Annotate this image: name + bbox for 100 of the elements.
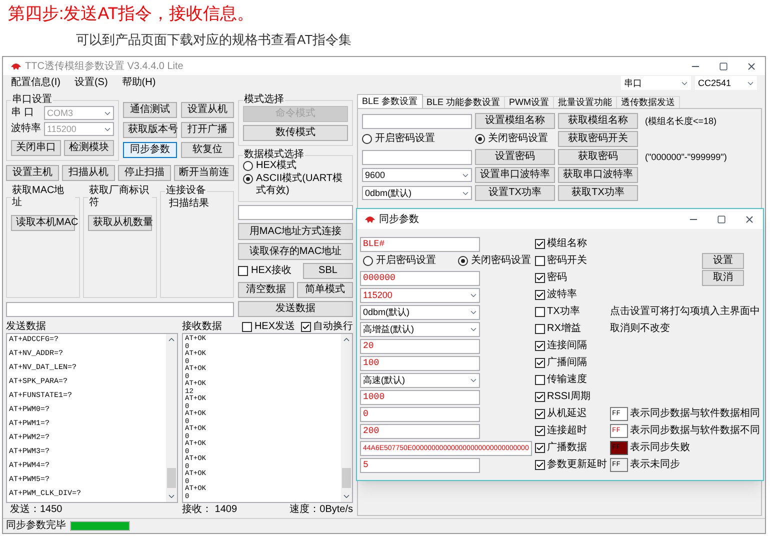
checkbox[interactable] bbox=[535, 460, 545, 470]
text-field[interactable] bbox=[362, 150, 472, 164]
dropdown-field[interactable]: 9600 bbox=[362, 168, 472, 182]
checkbox[interactable] bbox=[535, 324, 545, 334]
checkbox[interactable] bbox=[535, 409, 545, 419]
command-button[interactable]: 设置从机 bbox=[180, 102, 234, 118]
mac-button[interactable]: 用MAC地址方式连接 bbox=[238, 223, 353, 240]
radio-label: 开启密码设置 bbox=[376, 256, 436, 266]
radio-label: HEX模式 bbox=[256, 160, 297, 172]
dropdown-field[interactable]: 高速(默认) bbox=[360, 372, 480, 388]
parameter-button[interactable]: 获取密码开关 bbox=[558, 131, 638, 147]
checkbox[interactable] bbox=[535, 307, 545, 317]
close-icon[interactable] bbox=[746, 60, 757, 72]
value-field[interactable]: 200 bbox=[360, 424, 480, 438]
scrollbar-thumb[interactable] bbox=[342, 468, 351, 488]
field-label: 串 口 bbox=[11, 108, 35, 118]
value-field[interactable]: BLE# bbox=[360, 236, 480, 252]
received-count: 接收： 1409 bbox=[182, 503, 238, 516]
dropdown-field[interactable]: 高增益(默认) bbox=[360, 322, 480, 336]
radio-button[interactable] bbox=[458, 256, 468, 266]
tab[interactable]: 批量设置功能 bbox=[554, 96, 618, 108]
dialog-button[interactable]: 取消 bbox=[702, 270, 744, 286]
checkmark-icon bbox=[536, 342, 544, 350]
scan-button[interactable]: 扫描从机 bbox=[62, 165, 115, 181]
menu-item[interactable]: 设置(S) bbox=[74, 78, 108, 88]
checkbox[interactable] bbox=[535, 256, 545, 266]
checkbox[interactable] bbox=[242, 322, 252, 332]
tab[interactable]: BLE 功能参数设置 bbox=[422, 96, 506, 108]
sbl-button[interactable]: SBL bbox=[303, 263, 353, 279]
command-button[interactable]: 通信测试 bbox=[123, 102, 176, 118]
connection-dropdown[interactable]: CC2541 bbox=[695, 76, 757, 90]
group-action-button[interactable]: 获取从机数量 bbox=[88, 215, 152, 231]
command-button[interactable]: 软复位 bbox=[180, 142, 234, 158]
checkbox[interactable] bbox=[535, 273, 545, 283]
menu-item[interactable]: 配置信息(I) bbox=[11, 78, 60, 88]
tab[interactable]: 透传数据发送 bbox=[617, 96, 680, 108]
parameter-button[interactable]: 设置串口波特率 bbox=[475, 167, 555, 183]
mac-address-field[interactable] bbox=[238, 205, 353, 220]
connection-dropdown[interactable]: 串口 bbox=[621, 76, 691, 90]
command-button[interactable]: 获取版本号 bbox=[123, 122, 176, 138]
checkbox[interactable] bbox=[301, 322, 311, 332]
parameter-button[interactable]: 获取密码 bbox=[558, 149, 638, 165]
checkbox[interactable] bbox=[535, 426, 545, 436]
command-button[interactable]: 打开广播 bbox=[180, 122, 234, 138]
data-button[interactable]: 简单模式 bbox=[297, 282, 353, 298]
parameter-button[interactable]: 获取TX功率 bbox=[558, 185, 638, 201]
scrollbar[interactable] bbox=[341, 334, 352, 502]
checkbox[interactable] bbox=[535, 358, 545, 368]
step-subtitle: 可以到产品页面下载对应的规格书查看AT指令集 bbox=[76, 31, 353, 49]
checkbox[interactable] bbox=[535, 341, 545, 351]
checkbox[interactable] bbox=[535, 239, 545, 249]
checkbox[interactable] bbox=[535, 443, 545, 453]
scrollbar-thumb[interactable] bbox=[167, 468, 176, 488]
hint-text: 点击设置可将打勾项填入主界面中 bbox=[610, 307, 760, 317]
serial-button[interactable]: 关闭串口 bbox=[11, 140, 61, 156]
checkbox[interactable] bbox=[535, 290, 545, 300]
parameter-button[interactable]: 设置TX功率 bbox=[475, 185, 555, 201]
value-field[interactable]: 000000 bbox=[360, 270, 480, 286]
checkbox-label: HEX发送 bbox=[254, 322, 295, 332]
scan-button[interactable]: 设置主机 bbox=[6, 165, 59, 181]
radio-button[interactable] bbox=[363, 256, 373, 266]
scan-button[interactable]: 停止扫描 bbox=[118, 165, 171, 181]
value-field[interactable]: 1000 bbox=[360, 390, 480, 404]
dialog-title: 同步参数 bbox=[379, 212, 419, 226]
dropdown-field[interactable]: 115200 bbox=[360, 288, 480, 302]
command-button[interactable]: 同步参数 bbox=[123, 142, 176, 158]
scrollbar[interactable] bbox=[166, 334, 177, 502]
tab[interactable]: PWM设置 bbox=[505, 96, 554, 108]
radio-button[interactable] bbox=[362, 134, 372, 144]
radio-button[interactable] bbox=[243, 174, 253, 184]
dropdown-field[interactable]: 0dbm(默认) bbox=[360, 304, 480, 320]
mac-button[interactable]: 读取保存的MAC地址 bbox=[238, 243, 353, 260]
value-field[interactable]: 100 bbox=[360, 356, 480, 370]
checkbox[interactable] bbox=[535, 392, 545, 402]
dropdown-field[interactable]: 0dbm(默认) bbox=[362, 186, 472, 200]
parameter-button[interactable]: 获取串口波特率 bbox=[558, 167, 638, 183]
send-data-button[interactable]: 发送数据 bbox=[238, 301, 353, 317]
send-input-field[interactable] bbox=[6, 302, 234, 316]
parameter-button[interactable]: 获取模组名称 bbox=[558, 113, 638, 129]
tab[interactable]: BLE 参数设置 bbox=[357, 94, 423, 108]
scan-button[interactable]: 断开当前连 bbox=[174, 165, 234, 181]
value-field[interactable]: 5 bbox=[360, 458, 480, 472]
checkbox[interactable] bbox=[535, 375, 545, 385]
maximize-icon[interactable] bbox=[717, 214, 726, 224]
close-icon[interactable] bbox=[744, 214, 755, 224]
data-button[interactable]: 清空数据 bbox=[238, 282, 294, 298]
value-field[interactable]: 0 bbox=[360, 406, 480, 422]
checkbox[interactable] bbox=[238, 266, 248, 276]
parameter-button[interactable]: 设置模组名称 bbox=[475, 113, 555, 129]
mode-button[interactable]: 数传模式 bbox=[243, 125, 348, 141]
radio-button[interactable] bbox=[475, 134, 485, 144]
text-field[interactable] bbox=[362, 114, 472, 128]
radio-label: 开启密码设置 bbox=[375, 134, 435, 144]
radio-button[interactable] bbox=[243, 161, 253, 171]
maximize-icon[interactable] bbox=[719, 62, 728, 70]
serial-button[interactable]: 检测模块 bbox=[64, 140, 114, 156]
value-field[interactable]: 20 bbox=[360, 338, 480, 354]
parameter-button[interactable]: 设置密码 bbox=[475, 149, 555, 165]
menu-item[interactable]: 帮助(H) bbox=[122, 78, 156, 88]
dialog-button[interactable]: 设置 bbox=[702, 253, 744, 269]
